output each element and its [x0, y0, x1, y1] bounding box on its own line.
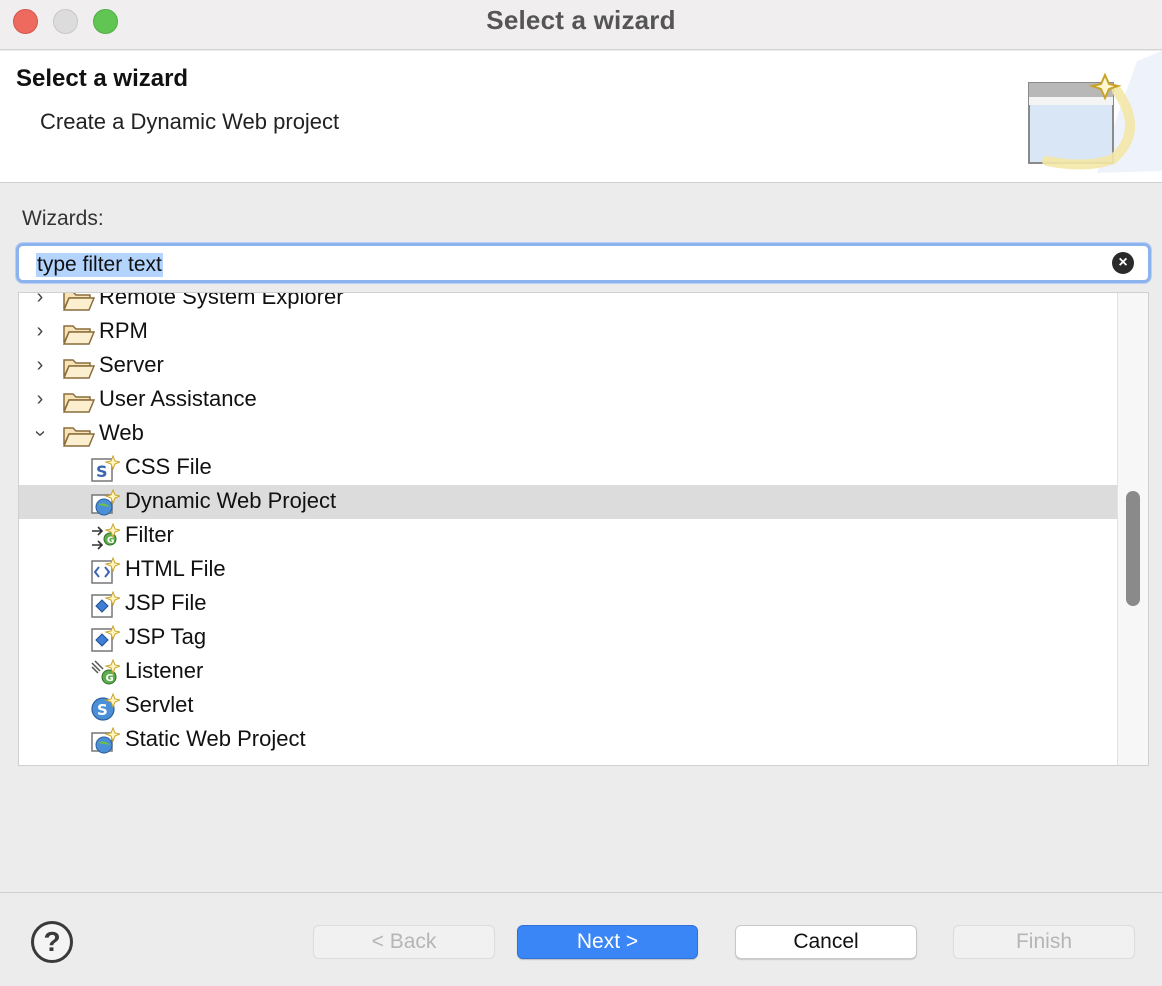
chevron-right-icon[interactable]: ›: [32, 388, 48, 411]
cancel-button[interactable]: Cancel: [735, 925, 917, 959]
svg-text:S: S: [96, 462, 108, 481]
dynamic-web-project-icon: [91, 489, 120, 516]
folder-open-icon: [63, 293, 95, 311]
tree-item-label: Listener: [125, 658, 204, 683]
tree-item-partial[interactable]: [19, 757, 1119, 766]
tree-category-user-assistance[interactable]: › User Assistance: [19, 383, 1119, 417]
folder-open-icon: [63, 427, 95, 447]
footer-divider: [0, 892, 1162, 893]
title-bar: Select a wizard: [0, 0, 1162, 50]
svg-text:G: G: [106, 673, 114, 684]
tree-item-listener[interactable]: G Listener: [19, 655, 1119, 689]
tree-category-web[interactable]: › Web: [19, 417, 1119, 451]
chevron-right-icon[interactable]: ›: [32, 293, 48, 309]
tree-item-filter[interactable]: G Filter: [19, 519, 1119, 553]
jsp-file-icon: [91, 591, 120, 618]
clear-icon[interactable]: ×: [1112, 252, 1134, 274]
wizard-banner: Select a wizard Create a Dynamic Web pro…: [0, 51, 1162, 183]
tree-item-label: Remote System Explorer: [99, 292, 344, 309]
tree-item-label: JSP File: [125, 590, 207, 615]
folder-open-icon: [63, 393, 95, 413]
tree-item-jsp-tag[interactable]: JSP Tag: [19, 621, 1119, 655]
folder-open-icon: [63, 325, 95, 345]
chevron-right-icon[interactable]: ›: [32, 320, 48, 343]
banner-description: Create a Dynamic Web project: [40, 109, 340, 134]
css-file-icon: S: [91, 455, 120, 482]
tree-item-label: Servlet: [125, 692, 194, 717]
tree-item-label: User Assistance: [99, 386, 257, 411]
tree-item-label: Server: [99, 352, 164, 377]
new-wizard-banner-icon: [1028, 51, 1162, 173]
tree-item-label: RPM: [99, 318, 148, 343]
chevron-right-icon[interactable]: ›: [32, 354, 48, 377]
tree-item-static-web-project[interactable]: Static Web Project: [19, 723, 1119, 757]
tree-item-jsp-file[interactable]: JSP File: [19, 587, 1119, 621]
tree-item-label: HTML File: [125, 556, 226, 581]
tree-item-servlet[interactable]: S Servlet: [19, 689, 1119, 723]
tree-item-label: CSS File: [125, 454, 212, 479]
servlet-icon: S: [91, 693, 120, 721]
svg-text:S: S: [97, 701, 108, 719]
listener-icon: G: [91, 659, 120, 685]
folder-open-icon: [63, 359, 95, 379]
tree-item-label: Dynamic Web Project: [125, 488, 337, 513]
tree-item-label: JSP Tag: [125, 624, 207, 649]
html-file-icon: [91, 557, 120, 584]
tree-item-css-file[interactable]: S CSS File: [19, 451, 1119, 485]
filter-icon: G: [92, 523, 120, 550]
tree-item-dynamic-web-project[interactable]: Dynamic Web Project: [19, 485, 1119, 519]
wizards-label: Wizards:: [22, 207, 104, 230]
help-button[interactable]: ?: [31, 921, 73, 963]
tree-item-label: Web: [99, 420, 144, 445]
tree-item-label: Static Web Project: [125, 726, 306, 751]
scrollbar-thumb[interactable]: [1126, 491, 1140, 606]
window-title: Select a wizard: [486, 5, 676, 35]
chevron-down-icon[interactable]: ›: [29, 426, 52, 442]
web-project-icon: [90, 761, 120, 766]
jsp-tag-icon: [91, 625, 120, 652]
filter-input[interactable]: type filter text ×: [16, 243, 1151, 283]
tree-category-remote-system-explorer[interactable]: › Remote System Explorer: [19, 292, 1119, 315]
filter-input-text[interactable]: type filter text: [36, 253, 163, 277]
next-button[interactable]: Next >: [517, 925, 698, 959]
wizard-tree[interactable]: › Remote System Explorer › RPM › Server …: [18, 292, 1149, 766]
tree-vertical-scrollbar[interactable]: [1117, 293, 1148, 765]
tree-category-rpm[interactable]: › RPM: [19, 315, 1119, 349]
back-button[interactable]: < Back: [313, 925, 495, 959]
finish-button[interactable]: Finish: [953, 925, 1135, 959]
banner-title: Select a wizard: [16, 65, 189, 92]
static-web-project-icon: [91, 727, 120, 754]
tree-item-label: Filter: [125, 522, 174, 547]
tree-item-html-file[interactable]: HTML File: [19, 553, 1119, 587]
tree-category-server[interactable]: › Server: [19, 349, 1119, 383]
